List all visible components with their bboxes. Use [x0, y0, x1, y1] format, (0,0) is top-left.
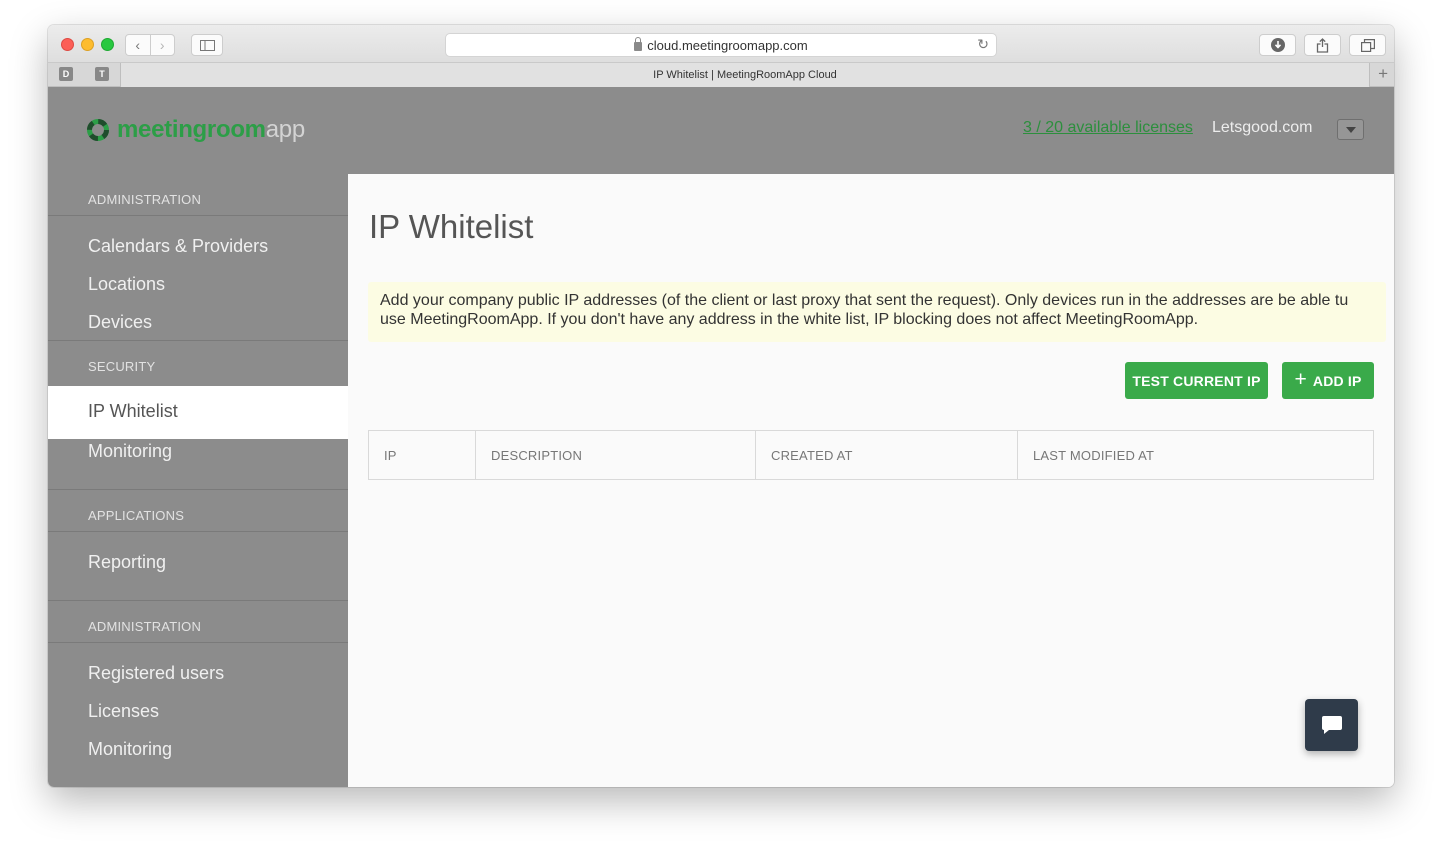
divider: [48, 340, 348, 341]
sidebar-item-reporting[interactable]: Reporting: [88, 552, 166, 573]
downloads-button[interactable]: [1259, 34, 1296, 56]
sidebar-section-security: SECURITY: [88, 359, 156, 374]
pinned-tab-d[interactable]: D: [59, 67, 73, 81]
browser-window: ‹ › cloud.meetingroomapp.com ↻ D T IP Wh…: [48, 25, 1394, 787]
sidebar-item-calendars-providers[interactable]: Calendars & Providers: [88, 236, 268, 257]
sidebar: ADMINISTRATION Calendars & Providers Loc…: [48, 174, 348, 787]
page-title: IP Whitelist: [369, 208, 534, 245]
logo-icon: [87, 119, 109, 141]
divider: [48, 531, 348, 532]
close-window-button[interactable]: [61, 38, 74, 51]
app-header: meetingroomapp 3 / 20 available licenses…: [48, 87, 1394, 174]
account-dropdown-button[interactable]: [1337, 119, 1364, 140]
back-icon[interactable]: ‹: [126, 35, 150, 55]
app-logo[interactable]: meetingroomapp: [86, 116, 305, 144]
forward-icon[interactable]: ›: [149, 35, 175, 55]
add-ip-label: ADD IP: [1312, 372, 1362, 389]
ip-whitelist-table: IP DESCRIPTION CREATED AT LAST MODIFIED …: [368, 430, 1374, 480]
sidebar-item-label: IP Whitelist: [88, 401, 178, 421]
chat-widget-button[interactable]: [1305, 699, 1358, 751]
sidebar-icon: [199, 39, 215, 51]
reload-icon[interactable]: ↻: [977, 36, 989, 53]
sidebar-section-applications: APPLICATIONS: [88, 508, 185, 523]
sidebar-section-administration: ADMINISTRATION: [88, 192, 202, 207]
divider: [48, 642, 348, 643]
test-current-ip-button[interactable]: TEST CURRENT IP: [1125, 362, 1268, 399]
lock-icon: [634, 36, 643, 51]
sidebar-section-administration-2: ADMINISTRATION: [88, 619, 202, 634]
licenses-link[interactable]: 3 / 20 available licenses: [1023, 119, 1193, 137]
sidebar-item-locations[interactable]: Locations: [88, 274, 165, 295]
zoom-window-button[interactable]: [101, 38, 114, 51]
share-icon: [1316, 37, 1329, 53]
sidebar-item-monitoring-2[interactable]: Monitoring: [88, 739, 172, 760]
info-notice: Add your company public IP addresses (of…: [368, 282, 1386, 342]
sidebar-item-ip-whitelist[interactable]: IP Whitelist: [48, 386, 348, 439]
divider: [48, 600, 348, 601]
column-header-created-at[interactable]: CREATED AT: [756, 431, 1018, 479]
pinned-tab-t[interactable]: T: [95, 67, 109, 81]
browser-titlebar: ‹ › cloud.meetingroomapp.com ↻: [48, 25, 1394, 63]
divider: [48, 489, 348, 490]
divider: [48, 215, 348, 216]
sidebar-item-monitoring[interactable]: Monitoring: [88, 441, 172, 462]
tabs-icon: [1360, 38, 1375, 52]
column-header-ip[interactable]: IP: [369, 431, 476, 479]
history-nav: ‹ ›: [125, 34, 175, 56]
column-header-last-modified-at[interactable]: LAST MODIFIED AT: [1018, 431, 1373, 479]
sidebar-toggle-button[interactable]: [191, 34, 223, 56]
add-ip-button[interactable]: + ADD IP: [1282, 362, 1374, 399]
sidebar-item-devices[interactable]: Devices: [88, 312, 152, 333]
download-icon: [1270, 38, 1285, 52]
address-url: cloud.meetingroomapp.com: [647, 37, 808, 53]
column-header-description[interactable]: DESCRIPTION: [476, 431, 756, 479]
tab-overview-button[interactable]: [1349, 34, 1386, 56]
address-bar[interactable]: cloud.meetingroomapp.com ↻: [445, 33, 997, 57]
new-tab-icon[interactable]: +: [1378, 65, 1388, 83]
share-button[interactable]: [1304, 34, 1341, 56]
active-tab[interactable]: IP Whitelist | MeetingRoomApp Cloud: [120, 63, 1370, 87]
company-name: Letsgood.com: [1212, 119, 1313, 136]
minimize-window-button[interactable]: [81, 38, 94, 51]
plus-icon: +: [1294, 367, 1307, 391]
browser-tabbar: D T IP Whitelist | MeetingRoomApp Cloud …: [48, 63, 1394, 87]
logo-text-suffix: app: [265, 116, 305, 143]
chat-bubble-icon: [1321, 716, 1342, 734]
main-content: IP Whitelist Add your company public IP …: [348, 174, 1394, 787]
sidebar-item-licenses[interactable]: Licenses: [88, 701, 159, 722]
sidebar-item-registered-users[interactable]: Registered users: [88, 663, 224, 684]
logo-text-main: meetingroom: [117, 116, 266, 143]
